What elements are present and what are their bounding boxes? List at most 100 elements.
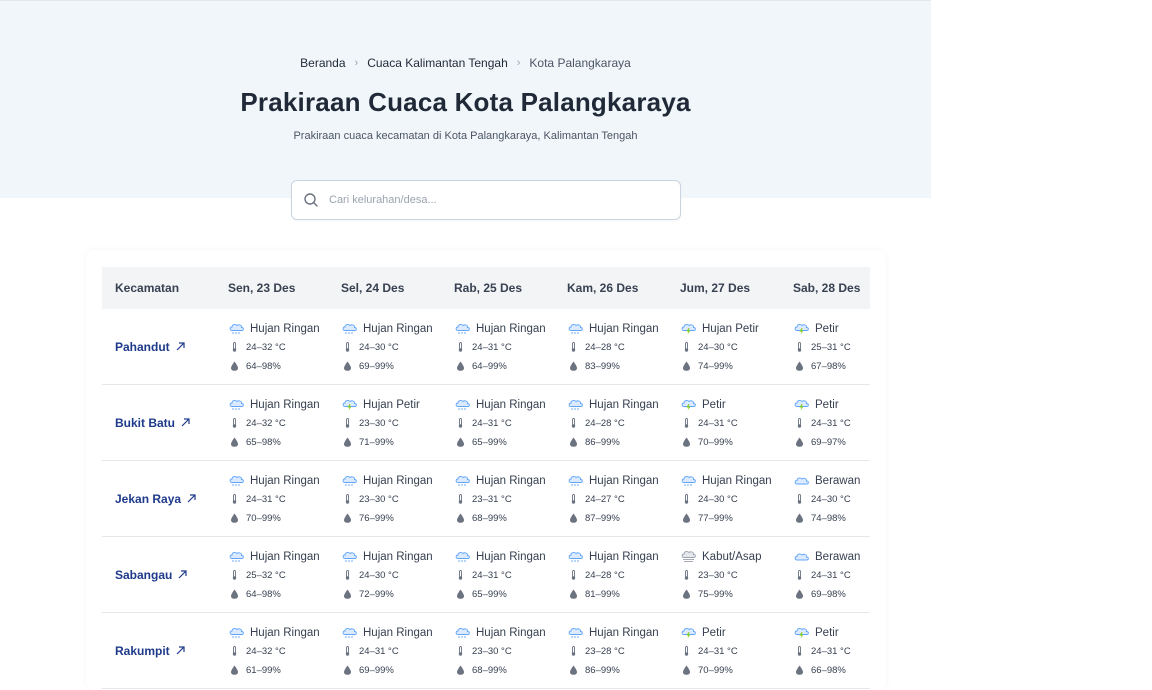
condition: Petir [793,396,868,414]
search-input[interactable] [329,194,649,206]
droplet-icon [344,437,351,447]
droplet-icon [570,437,577,447]
kecamatan-link[interactable]: Jekan Raya [102,492,215,506]
kecamatan-link[interactable]: Bukit Batu [102,416,215,430]
rain-icon [455,475,470,486]
forecast-cell: Petir 24–31 °C 66–98% [780,613,868,689]
temperature-value: 24–27 °C [585,493,625,505]
forecast-cell: Hujan Ringan 23–30 °C 76–99% [328,461,441,537]
droplet-icon [683,437,690,447]
forecast-cell: Hujan Ringan 23–28 °C 86–99% [554,613,667,689]
thermometer-icon [345,494,350,504]
humidity: 86–99% [567,433,667,452]
humidity-value: 65–98% [246,436,281,448]
temperature: 24–31 °C [454,338,554,357]
kecamatan-name[interactable]: Bukit Batu [115,416,175,430]
forecast-cell: Kabut/Asap 23–30 °C 75–99% [667,537,780,613]
condition-label: Hujan Ringan [476,322,546,335]
droplet-icon [231,437,238,447]
humidity-value: 70–99% [698,664,733,676]
humidity: 77–99% [680,509,780,528]
condition-label: Petir [815,398,839,411]
thunder-icon [794,399,809,411]
humidity: 65–99% [454,585,554,604]
forecast-table: Kecamatan Sen, 23 Des Sel, 24 Des Rab, 2… [102,267,870,689]
forecast-cell: Hujan Ringan 24–32 °C 61–99% [215,613,328,689]
condition-label: Hujan Petir [702,322,759,335]
humidity-value: 69–99% [359,664,394,676]
breadcrumb-home[interactable]: Beranda [300,56,345,70]
forecast-cell: Hujan Ringan 24–30 °C 69–99% [328,309,441,385]
forecast-cell: Hujan Ringan 24–28 °C 81–99% [554,537,667,613]
condition-label: Hujan Ringan [589,398,659,411]
condition: Hujan Ringan [454,472,554,490]
kecamatan-name[interactable]: Pahandut [115,340,170,354]
search-box[interactable] [291,180,681,220]
table-body: Pahandut Hujan Ringan 24–32 °C 64–98% Hujan … [102,309,870,689]
temperature: 23–30 °C [341,414,441,433]
kecamatan-name[interactable]: Rakumpit [115,644,170,658]
condition-label: Hujan Ringan [476,474,546,487]
thermometer-icon [797,646,802,656]
droplet-icon [457,589,464,599]
humidity: 81–99% [567,585,667,604]
condition-label: Hujan Ringan [363,626,433,639]
humidity-value: 86–99% [585,436,620,448]
humidity: 76–99% [341,509,441,528]
kecamatan-name[interactable]: Sabangau [115,568,172,582]
humidity-value: 64–98% [246,360,281,372]
temperature-value: 24–31 °C [811,417,851,429]
rain-icon [229,627,244,638]
temperature: 24–32 °C [228,414,328,433]
search-icon [304,193,318,207]
thermometer-icon [571,494,576,504]
temperature: 23–30 °C [680,566,780,585]
forecast-cell: Hujan Petir 24–30 °C 74–99% [667,309,780,385]
temperature: 23–31 °C [454,490,554,509]
temperature: 24–32 °C [228,338,328,357]
condition: Hujan Ringan [228,396,328,414]
rain-icon [568,399,583,410]
condition-label: Hujan Ringan [702,474,772,487]
temperature-value: 25–32 °C [246,569,286,581]
temperature: 24–30 °C [793,490,868,509]
kecamatan-link[interactable]: Rakumpit [102,644,215,658]
droplet-icon [231,361,238,371]
humidity: 87–99% [567,509,667,528]
temperature-value: 25–31 °C [811,341,851,353]
humidity: 64–99% [454,357,554,376]
temperature-value: 24–31 °C [698,645,738,657]
forecast-cell: Hujan Ringan 23–30 °C 68–99% [441,613,554,689]
kecamatan-name[interactable]: Jekan Raya [115,492,181,506]
droplet-icon [231,513,238,523]
breadcrumb-current: Kota Palangkaraya [529,56,631,70]
thermometer-icon [571,646,576,656]
droplet-icon [457,437,464,447]
condition: Hujan Ringan [567,320,667,338]
humidity: 68–99% [454,661,554,680]
fog-icon [681,550,696,562]
condition-label: Hujan Ringan [476,626,546,639]
condition-label: Hujan Ringan [476,398,546,411]
temperature-value: 24–28 °C [585,569,625,581]
cloud-icon [794,553,809,561]
condition: Hujan Ringan [228,472,328,490]
forecast-cell: Petir 24–31 °C 69–97% [780,385,868,461]
temperature: 24–28 °C [567,566,667,585]
kecamatan-link[interactable]: Pahandut [102,340,215,354]
temperature: 24–31 °C [228,490,328,509]
kecamatan-link[interactable]: Sabangau [102,568,215,582]
breadcrumb-province[interactable]: Cuaca Kalimantan Tengah [367,56,508,70]
condition: Berawan [793,548,868,566]
temperature-value: 24–31 °C [472,569,512,581]
temperature: 24–31 °C [793,566,868,585]
condition: Hujan Ringan [454,548,554,566]
forecast-cell: Hujan Ringan 24–28 °C 83–99% [554,309,667,385]
humidity: 70–99% [680,661,780,680]
header-kecamatan: Kecamatan [115,281,180,295]
thermometer-icon [232,418,237,428]
condition: Hujan Ringan [680,472,780,490]
condition: Hujan Ringan [228,624,328,642]
droplet-icon [570,361,577,371]
temperature-value: 23–28 °C [585,645,625,657]
